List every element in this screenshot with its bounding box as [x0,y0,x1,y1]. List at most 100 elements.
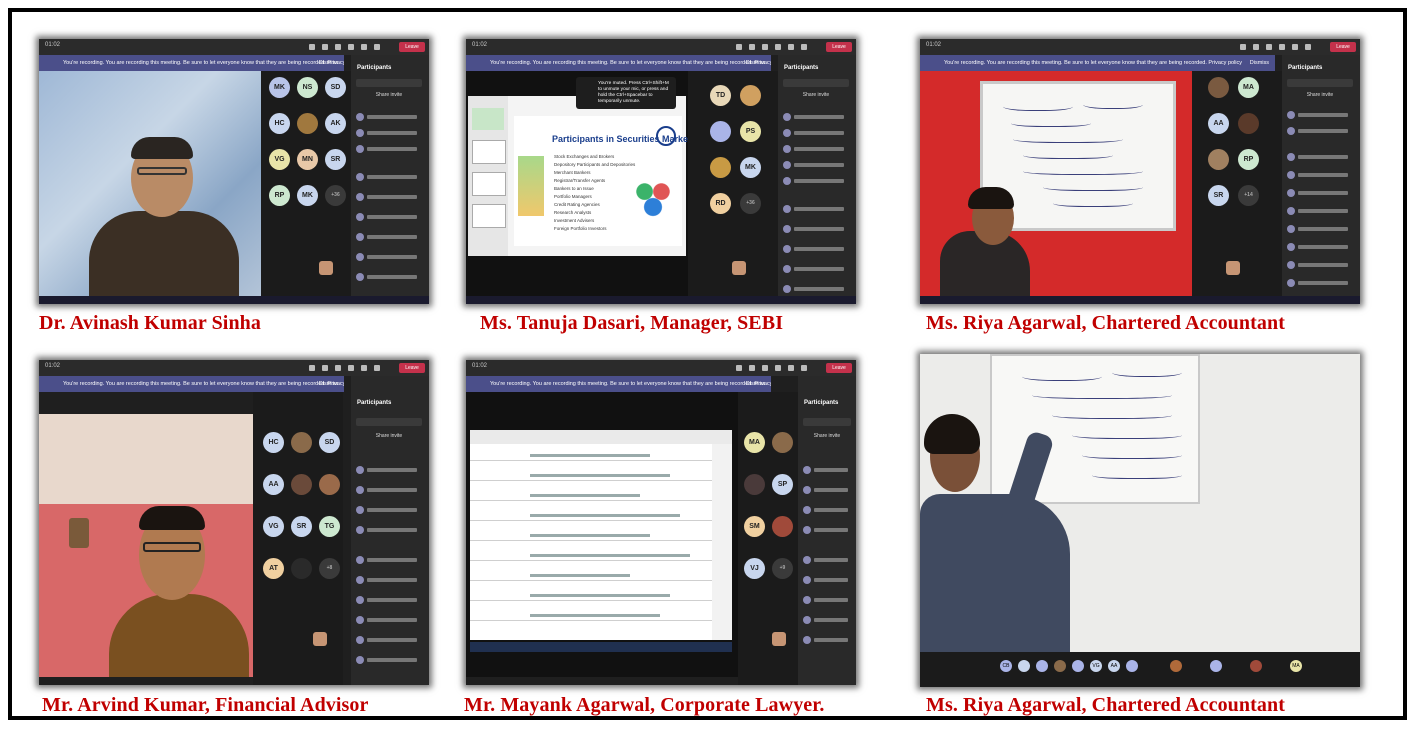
avatar[interactable]: AT [263,558,284,579]
avatar[interactable]: AA [1208,113,1229,134]
leave-button[interactable]: Leave [826,363,852,373]
participant-row[interactable] [783,285,853,293]
avatar[interactable]: MA [1290,660,1302,672]
avatar-photo[interactable] [1170,660,1182,672]
reactions-icon[interactable] [1266,44,1272,50]
avatar-photo[interactable] [772,432,793,453]
avatar[interactable]: VJ [744,558,765,579]
avatar-photo[interactable] [772,516,793,537]
mic-icon[interactable] [801,365,807,371]
avatar-photo[interactable] [1210,660,1222,672]
share-invite-button[interactable]: Share invite [361,91,417,100]
participant-row[interactable] [356,636,426,644]
avatar[interactable]: RD [710,193,731,214]
mic-icon[interactable] [1305,44,1311,50]
participant-row[interactable] [356,273,426,281]
participant-row[interactable] [783,161,853,169]
share-invite-button[interactable]: Share invite [788,91,844,100]
camera-icon[interactable] [788,44,794,50]
avatar[interactable]: MK [740,157,761,178]
avatar-photo[interactable] [1126,660,1138,672]
avatar-photo[interactable] [710,157,731,178]
participant-row[interactable] [1287,153,1357,161]
more-icon[interactable] [348,365,354,371]
avatar[interactable]: SD [325,77,346,98]
participant-row[interactable] [356,213,426,221]
more-participants[interactable]: +8 [319,558,340,579]
avatar[interactable]: RP [269,185,290,206]
avatar-photo[interactable] [291,432,312,453]
people-icon[interactable] [749,44,755,50]
people-icon[interactable] [1253,44,1259,50]
participant-row[interactable] [356,506,426,514]
more-icon[interactable] [348,44,354,50]
participant-row[interactable] [783,265,853,273]
participant-row[interactable] [356,129,426,137]
avatar[interactable]: MK [297,185,318,206]
avatar[interactable]: RP [1238,149,1259,170]
participant-search[interactable] [1287,79,1353,87]
participant-row[interactable] [356,596,426,604]
reactions-icon[interactable] [335,44,341,50]
chat-icon[interactable] [309,44,315,50]
avatar[interactable]: MA [744,432,765,453]
more-icon[interactable] [775,44,781,50]
dismiss-button[interactable]: Dismiss [319,376,338,392]
participant-row[interactable] [803,556,853,564]
avatar[interactable]: MN [297,149,318,170]
avatar-photo[interactable] [744,474,765,495]
avatar[interactable]: TD [710,85,731,106]
participant-search[interactable] [356,79,422,87]
participant-row[interactable] [356,253,426,261]
reactions-icon[interactable] [762,44,768,50]
avatar[interactable]: AA [263,474,284,495]
participant-row[interactable] [803,526,853,534]
share-invite-button[interactable]: Share invite [804,432,850,441]
avatar[interactable]: HC [269,113,290,134]
participant-row[interactable] [783,245,853,253]
avatar[interactable]: AK [325,113,346,134]
avatar[interactable]: TG [319,516,340,537]
people-icon[interactable] [322,365,328,371]
participant-row[interactable] [356,526,426,534]
avatar[interactable]: AA [1108,660,1120,672]
participant-row[interactable] [356,556,426,564]
camera-icon[interactable] [361,365,367,371]
leave-button[interactable]: Leave [399,363,425,373]
leave-button[interactable]: Leave [826,42,852,52]
participant-row[interactable] [356,486,426,494]
mic-icon[interactable] [374,44,380,50]
participant-row[interactable] [803,636,853,644]
avatar-photo[interactable] [297,113,318,134]
more-participants[interactable]: +36 [740,193,761,214]
avatar-photo[interactable] [1036,660,1048,672]
avatar-photo[interactable] [1208,149,1229,170]
participant-row[interactable] [783,145,853,153]
participant-row[interactable] [1287,189,1357,197]
participant-row[interactable] [783,113,853,121]
avatar-photo[interactable] [1072,660,1084,672]
dismiss-button[interactable]: Dismiss [1250,55,1269,71]
chat-icon[interactable] [309,365,315,371]
avatar[interactable]: VG [1090,660,1102,672]
leave-button[interactable]: Leave [1330,42,1356,52]
participant-row[interactable] [1287,127,1357,135]
more-icon[interactable] [775,365,781,371]
participant-row[interactable] [803,616,853,624]
avatar-photo[interactable] [710,121,731,142]
more-participants[interactable]: +14 [1238,185,1259,206]
avatar-photo[interactable] [1208,77,1229,98]
participant-row[interactable] [1287,171,1357,179]
participant-row[interactable] [1287,261,1357,269]
more-participants[interactable]: +9 [772,558,793,579]
avatar[interactable]: SR [291,516,312,537]
avatar[interactable]: PS [740,121,761,142]
participant-row[interactable] [1287,111,1357,119]
more-participants[interactable]: +36 [325,185,346,206]
participant-row[interactable] [356,233,426,241]
muted-toast[interactable]: You're muted. Press Ctrl+Shift+M to unmu… [576,77,676,109]
participant-row[interactable] [803,506,853,514]
people-icon[interactable] [322,44,328,50]
participant-row[interactable] [356,466,426,474]
participant-search[interactable] [803,418,851,426]
